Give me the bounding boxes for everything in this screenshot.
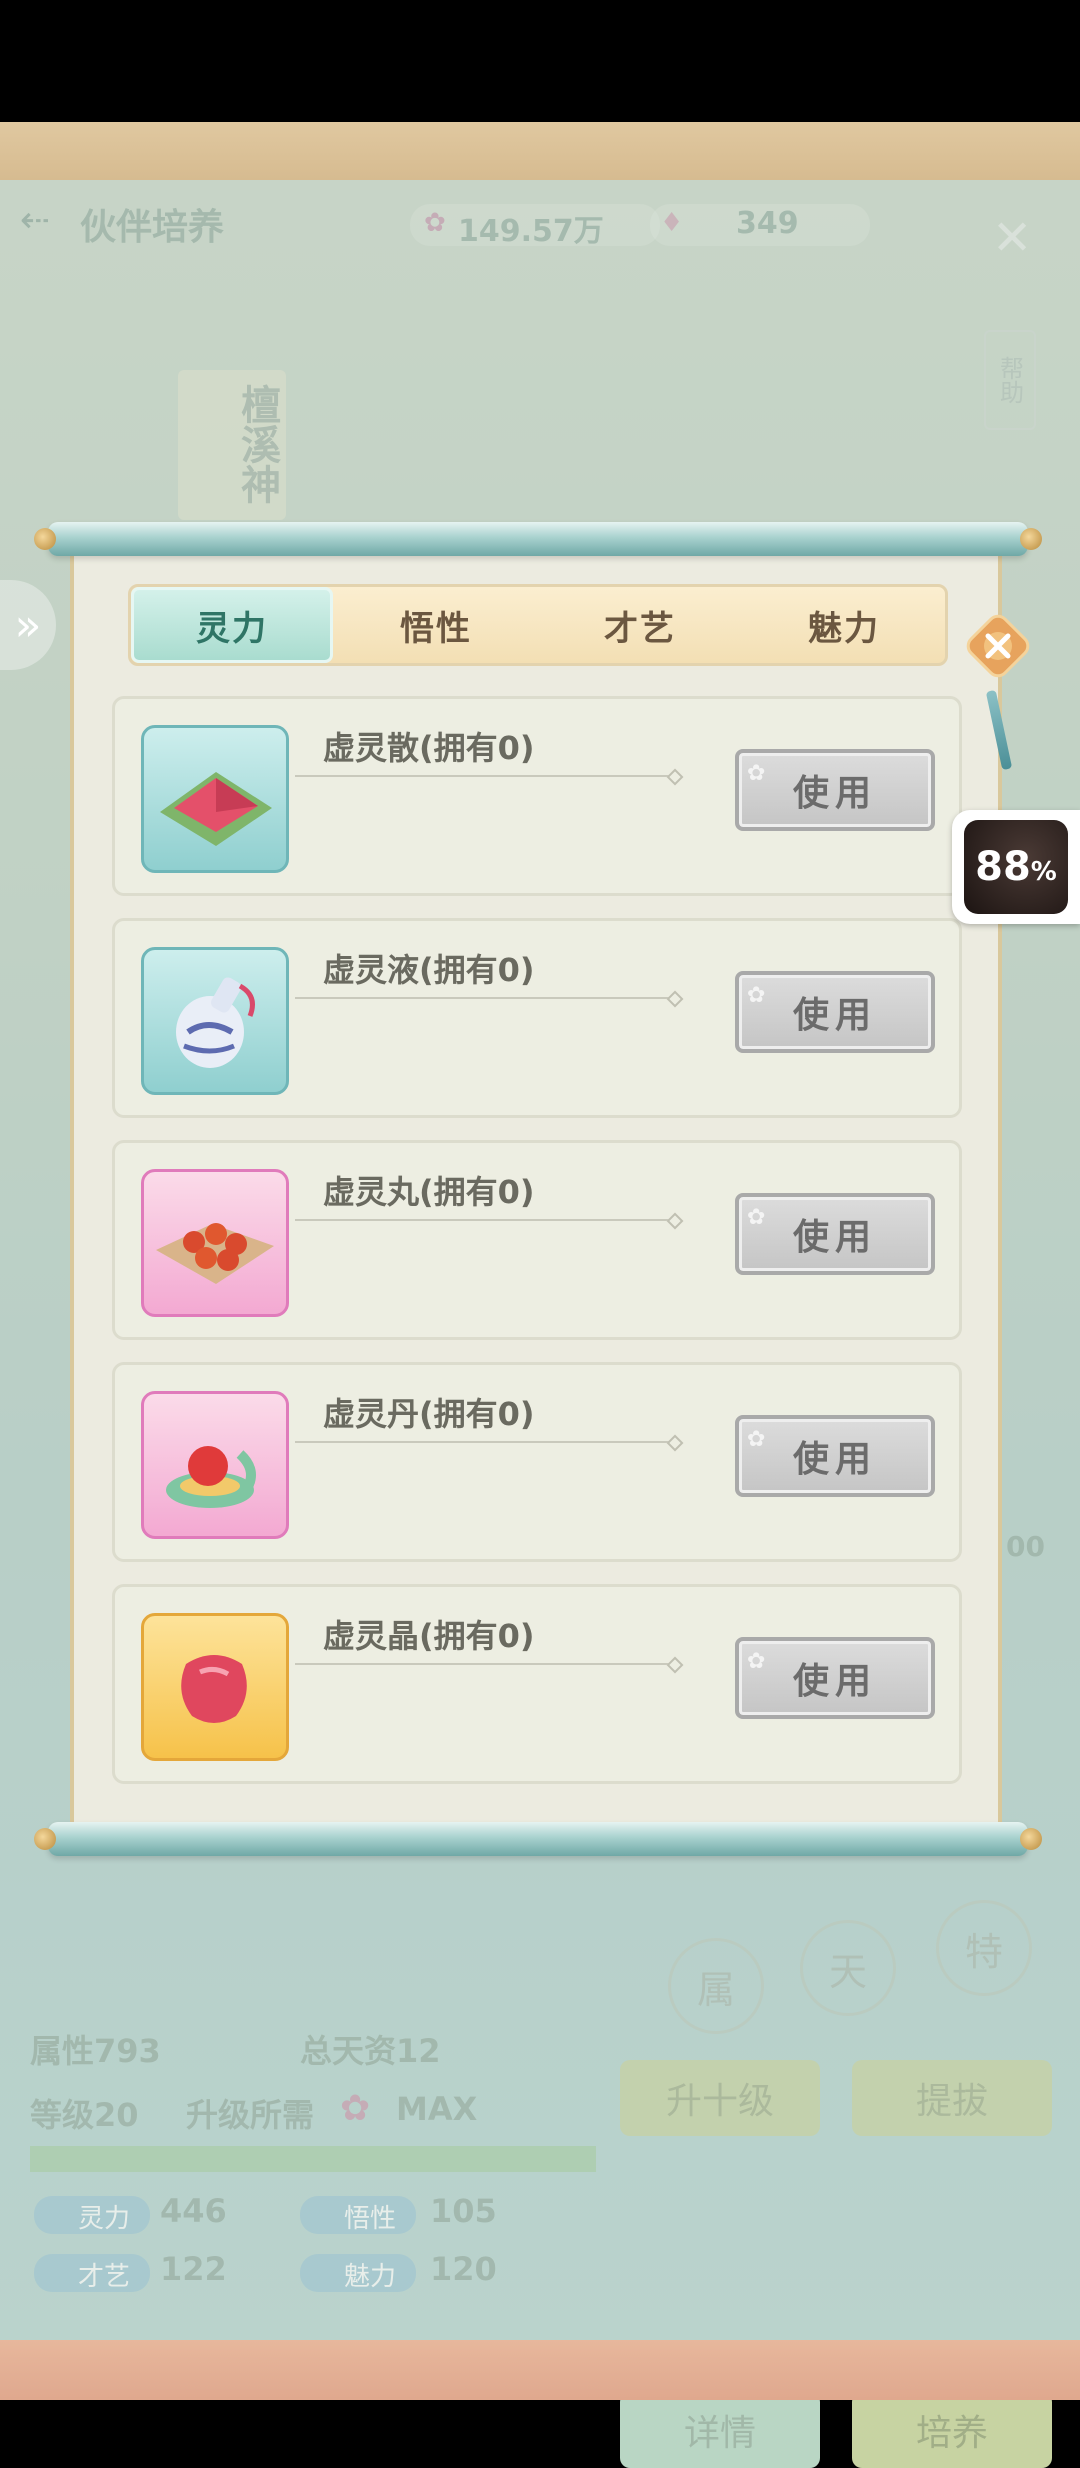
divider	[295, 1219, 675, 1221]
tab-caiyi[interactable]: 才艺	[539, 587, 741, 663]
use-button-label: 使用	[792, 1217, 877, 1258]
scroll-bottom-rod	[34, 1822, 1042, 1856]
badge-inner: 88%	[964, 820, 1068, 914]
bottom-strip	[0, 2340, 1080, 2400]
train-button[interactable]: 培养	[852, 2392, 1052, 2468]
divider-dot	[666, 990, 684, 1008]
badge-unit: %	[1030, 857, 1057, 887]
tab-lingli[interactable]: 灵力	[131, 587, 333, 663]
tab-meili[interactable]: 魅力	[743, 587, 945, 663]
use-button[interactable]: ✿ 使用	[735, 971, 935, 1053]
use-button-label: 使用	[792, 995, 877, 1036]
rod-knob	[1020, 1828, 1042, 1850]
tab-bar: 灵力 悟性 才艺 魅力	[128, 584, 948, 666]
flower-icon: ✿	[747, 983, 772, 1008]
item-row: 虚灵丸(拥有0) ✿ 使用	[112, 1140, 962, 1340]
rod-knob	[34, 1828, 56, 1850]
divider-dot	[666, 1656, 684, 1674]
divider-dot	[666, 1434, 684, 1452]
item-name: 虚灵丸(拥有0)	[323, 1173, 535, 1211]
divider	[295, 997, 675, 999]
item-icon-frame	[141, 947, 289, 1095]
divider	[295, 775, 675, 777]
item-row: 虚灵晶(拥有0) ✿ 使用	[112, 1584, 962, 1784]
badge-value: 88	[975, 844, 1031, 890]
progress-badge[interactable]: 88%	[952, 810, 1080, 924]
rod-knob	[34, 528, 56, 550]
tab-wuxing[interactable]: 悟性	[335, 587, 537, 663]
use-button-label: 使用	[792, 773, 877, 814]
use-button[interactable]: ✿ 使用	[735, 1193, 935, 1275]
badge-value-wrapper: 88%	[975, 844, 1057, 890]
item-name: 虚灵丹(拥有0)	[323, 1395, 535, 1433]
use-button[interactable]: ✿ 使用	[735, 1637, 935, 1719]
details-button[interactable]: 详情	[620, 2392, 820, 2468]
pills-icon	[156, 1223, 274, 1284]
item-row: 虚灵散(拥有0) ✿ 使用	[112, 696, 962, 896]
item-icon-frame	[141, 1169, 289, 1317]
use-button-label: 使用	[792, 1661, 877, 1702]
flower-icon: ✿	[747, 761, 772, 786]
vase-icon	[176, 977, 255, 1068]
flower-icon: ✿	[747, 1649, 772, 1674]
flower-icon: ✿	[747, 1205, 772, 1230]
close-ornament-icon[interactable]	[960, 608, 1036, 684]
item-icon-frame	[141, 1391, 289, 1539]
scroll-top-rod	[34, 522, 1042, 556]
item-name: 虚灵液(拥有0)	[323, 951, 535, 989]
flower-icon: ✿	[747, 1427, 772, 1452]
use-button[interactable]: ✿ 使用	[735, 1415, 935, 1497]
header-strip	[0, 122, 1080, 180]
rod-knob	[1020, 528, 1042, 550]
use-button-label: 使用	[792, 1439, 877, 1480]
item-name: 虚灵晶(拥有0)	[323, 1617, 535, 1655]
item-row: 虚灵丹(拥有0) ✿ 使用	[112, 1362, 962, 1562]
divider-dot	[666, 1212, 684, 1230]
item-icon-frame	[141, 1613, 289, 1761]
use-button[interactable]: ✿ 使用	[735, 749, 935, 831]
red-crystal-icon	[181, 1655, 247, 1723]
powder-packet-icon	[160, 772, 272, 846]
divider	[295, 1441, 675, 1443]
item-name: 虚灵散(拥有0)	[323, 729, 535, 767]
status-bar	[0, 0, 1080, 122]
divider-dot	[666, 768, 684, 786]
item-icon-frame	[141, 725, 289, 873]
divider	[295, 1663, 675, 1665]
elixir-box-icon	[166, 1446, 256, 1508]
item-row: 虚灵液(拥有0) ✿ 使用	[112, 918, 962, 1118]
